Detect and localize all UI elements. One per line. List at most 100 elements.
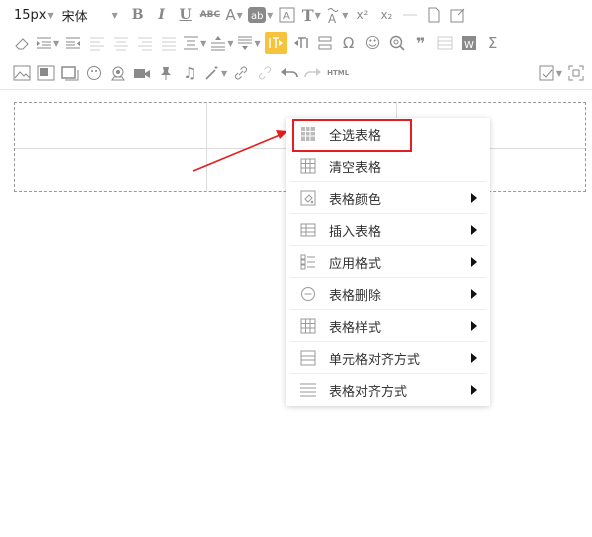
eraser-button[interactable] bbox=[12, 32, 32, 54]
submenu-arrow-icon bbox=[471, 289, 477, 299]
emotion-button[interactable]: ☺ bbox=[363, 32, 383, 54]
bold-button[interactable]: B bbox=[128, 4, 148, 26]
link-button[interactable] bbox=[231, 62, 251, 84]
blockquote-button[interactable]: ❞ bbox=[411, 32, 431, 54]
edit-source-button[interactable] bbox=[448, 4, 468, 26]
italic-button[interactable]: I bbox=[152, 4, 172, 26]
annotation-highlight-box bbox=[292, 119, 412, 152]
menu-item-delete-table[interactable]: 表格删除 bbox=[286, 278, 490, 310]
align-center-button[interactable] bbox=[111, 32, 131, 54]
paragraph-spacing-icon bbox=[211, 36, 226, 51]
menu-item-table-style[interactable]: 表格样式 bbox=[286, 310, 490, 342]
image-icon bbox=[13, 65, 31, 81]
superscript-button[interactable]: x² bbox=[352, 4, 372, 26]
font-border-button[interactable]: A bbox=[277, 4, 297, 26]
gmap-button[interactable] bbox=[156, 62, 176, 84]
menu-item-apply-format[interactable]: 应用格式 bbox=[286, 246, 490, 278]
anchor-button[interactable] bbox=[315, 32, 335, 54]
table-insert-icon bbox=[299, 221, 317, 239]
list-format-icon bbox=[299, 253, 317, 271]
align-indent-icon bbox=[66, 37, 81, 49]
indent-button[interactable]: ▼ bbox=[36, 32, 59, 54]
submenu-arrow-icon bbox=[471, 257, 477, 267]
chevron-down-icon: ▼ bbox=[53, 38, 60, 48]
chevron-down-icon: ▼ bbox=[267, 10, 274, 20]
fullscreen-button[interactable] bbox=[566, 62, 586, 84]
menu-item-label: 表格样式 bbox=[329, 320, 382, 336]
chevron-down-icon: ▼ bbox=[111, 10, 118, 20]
align-right-button[interactable] bbox=[135, 32, 155, 54]
paragraph-spacing-after-button[interactable]: ▼ bbox=[237, 32, 261, 54]
underline-button[interactable]: U bbox=[176, 4, 196, 26]
autotypeset-button[interactable]: ▼ bbox=[539, 62, 562, 84]
music-button[interactable]: ♫ bbox=[180, 62, 200, 84]
table-icon bbox=[437, 36, 453, 50]
video-button[interactable] bbox=[132, 62, 152, 84]
undo-icon bbox=[281, 68, 298, 78]
ltr-button[interactable] bbox=[264, 32, 287, 54]
font-size-value: 15px bbox=[14, 7, 47, 23]
font-size-select[interactable]: 15px ▼ bbox=[14, 4, 54, 26]
subscript-button[interactable]: x₂ bbox=[376, 4, 396, 26]
video-icon bbox=[134, 69, 150, 78]
menu-item-label: 应用格式 bbox=[329, 256, 382, 272]
document-icon bbox=[428, 7, 440, 23]
align-left-button[interactable] bbox=[87, 32, 107, 54]
paragraph-spacing-button[interactable]: ▼ bbox=[210, 32, 233, 54]
horizontal-line-button[interactable] bbox=[400, 4, 420, 26]
redo-button[interactable] bbox=[303, 62, 323, 84]
menu-item-insert-table[interactable]: 插入表格 bbox=[286, 214, 490, 246]
text-style-button[interactable]: T ▼ bbox=[301, 4, 321, 26]
font-shadow-button[interactable]: A ▼ bbox=[325, 4, 348, 26]
strikethrough-button[interactable]: ABC bbox=[200, 4, 220, 26]
indent-icon bbox=[37, 37, 51, 49]
menu-item-label: 单元格对齐方式 bbox=[329, 352, 421, 368]
submenu-arrow-icon bbox=[471, 385, 477, 395]
menu-item-label: 清空表格 bbox=[329, 160, 382, 176]
table-context-menu: 全选表格 清空表格 表格颜色 插入表格 应用格式 表格删除 表格样式 单元格对齐 bbox=[286, 118, 490, 406]
html-source-button[interactable]: HTML bbox=[327, 62, 349, 84]
insert-table-button[interactable] bbox=[435, 32, 455, 54]
chevron-down-icon: ▼ bbox=[200, 38, 207, 48]
image-button[interactable] bbox=[12, 62, 32, 84]
chevron-down-icon: ▼ bbox=[221, 68, 228, 78]
font-color-button[interactable]: A ▼ bbox=[224, 4, 244, 26]
frame-button[interactable] bbox=[60, 62, 80, 84]
scrawl-button[interactable] bbox=[84, 62, 104, 84]
search-replace-button[interactable] bbox=[387, 32, 407, 54]
menu-item-cell-align[interactable]: 单元格对齐方式 bbox=[286, 342, 490, 374]
menu-item-table-color[interactable]: 表格颜色 bbox=[286, 182, 490, 214]
menu-item-table-align[interactable]: 表格对齐方式 bbox=[286, 374, 490, 406]
chevron-down-icon: ▼ bbox=[227, 38, 234, 48]
new-page-button[interactable] bbox=[424, 4, 444, 26]
background-color-button[interactable]: ab ▼ bbox=[248, 4, 273, 26]
unlink-button[interactable] bbox=[255, 62, 275, 84]
align-button[interactable] bbox=[63, 32, 83, 54]
align-justify-button[interactable] bbox=[159, 32, 179, 54]
align-right-icon bbox=[138, 37, 153, 51]
images-icon bbox=[37, 65, 55, 81]
table-style-icon bbox=[299, 317, 317, 335]
word-icon: W bbox=[461, 36, 476, 51]
font-family-select[interactable]: 宋体 ▼ bbox=[62, 4, 124, 26]
chevron-down-icon: ▼ bbox=[555, 68, 562, 78]
multi-image-button[interactable] bbox=[36, 62, 56, 84]
undo-button[interactable] bbox=[279, 62, 299, 84]
chevron-down-icon: ▼ bbox=[342, 10, 349, 20]
text-direction-ltr-icon bbox=[268, 37, 283, 48]
template-button[interactable]: ▼ bbox=[204, 62, 227, 84]
menu-item-clear-table[interactable]: 清空表格 bbox=[286, 150, 490, 182]
line-height-button[interactable]: ▼ bbox=[183, 32, 206, 54]
unlink-icon bbox=[259, 66, 272, 80]
eraser-icon bbox=[15, 38, 29, 50]
table-column-divider bbox=[206, 103, 207, 191]
chevron-down-icon: ▼ bbox=[314, 10, 321, 20]
align-left-icon bbox=[90, 37, 105, 51]
sum-button[interactable]: Σ bbox=[483, 32, 503, 54]
word-image-button[interactable]: W bbox=[459, 32, 479, 54]
special-char-button[interactable]: Ω bbox=[339, 32, 359, 54]
rtl-button[interactable] bbox=[291, 32, 311, 54]
a-tilde-icon: A bbox=[327, 8, 339, 24]
submenu-arrow-icon bbox=[471, 353, 477, 363]
map-button[interactable] bbox=[108, 62, 128, 84]
